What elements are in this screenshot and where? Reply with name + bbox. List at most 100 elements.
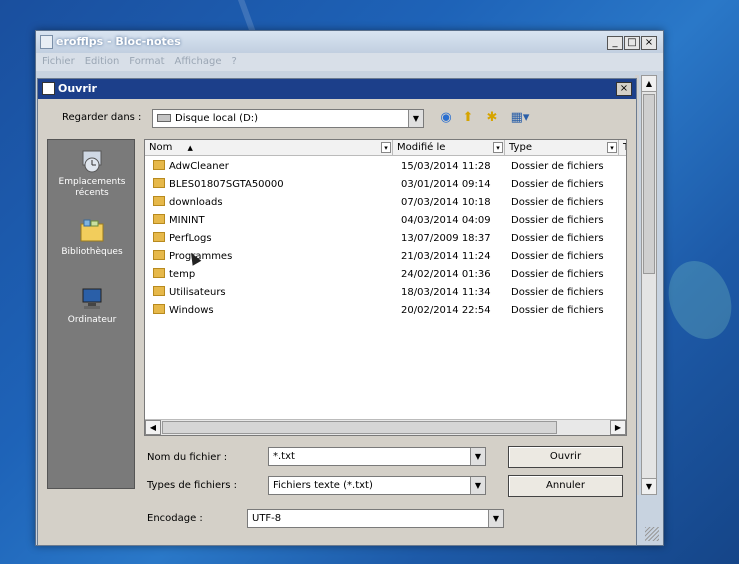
column-header-modified[interactable]: Modifié le ▾: [393, 140, 505, 156]
file-row[interactable]: temp 24/02/2014 01:36 Dossier de fichier…: [145, 266, 626, 284]
sort-ascending-icon: ▲: [187, 144, 193, 152]
column-header-name[interactable]: Nom ▲ ▾: [145, 140, 393, 156]
maximize-button[interactable]: □: [624, 36, 640, 50]
scroll-down-arrow-icon[interactable]: ▼: [642, 478, 656, 494]
open-button[interactable]: Ouvrir: [508, 446, 623, 468]
folder-icon: [153, 178, 165, 188]
file-list-header: Nom ▲ ▾ Modifié le ▾ Type ▾ T: [145, 140, 626, 156]
file-row[interactable]: BLES01807SGTA50000 03/01/2014 09:14 Doss…: [145, 176, 626, 194]
chevron-down-icon: ▼: [470, 477, 485, 494]
recent-places-icon: [82, 150, 102, 173]
cancel-button[interactable]: Annuler: [508, 475, 623, 497]
folder-icon: [153, 250, 165, 260]
scroll-thumb[interactable]: [162, 421, 557, 434]
folder-icon: [153, 286, 165, 296]
file-row[interactable]: Programmes 21/03/2014 11:24 Dossier de f…: [145, 248, 626, 266]
file-modified: 18/03/2014 11:34: [401, 287, 491, 298]
place-recent[interactable]: Emplacements récents: [48, 148, 136, 199]
menu-edition[interactable]: Edition: [85, 53, 120, 71]
file-list[interactable]: Nom ▲ ▾ Modifié le ▾ Type ▾ T AdwCleaner…: [144, 139, 627, 436]
column-filter-icon[interactable]: ▾: [607, 142, 617, 153]
folder-icon: [153, 160, 165, 170]
folder-icon: [153, 214, 165, 224]
file-modified: 20/02/2014 22:54: [401, 305, 491, 316]
column-name-label: Nom: [149, 142, 173, 153]
place-libraries-label: Bibliothèques: [61, 247, 123, 257]
column-header-extra[interactable]: T: [619, 140, 626, 156]
menu-help[interactable]: ?: [232, 53, 237, 71]
file-modified: 13/07/2009 18:37: [401, 233, 491, 244]
filetype-select[interactable]: Fichiers texte (*.txt) ▼: [268, 476, 486, 495]
filename-input[interactable]: *.txt ▼: [268, 447, 486, 466]
file-name: temp: [169, 269, 196, 280]
minimize-button[interactable]: _: [607, 36, 623, 50]
resize-grip-icon[interactable]: [645, 527, 659, 541]
encoding-select[interactable]: UTF-8 ▼: [247, 509, 504, 528]
chevron-down-icon: ▼: [408, 110, 423, 127]
file-row[interactable]: MININT 04/03/2014 04:09 Dossier de fichi…: [145, 212, 626, 230]
wallpaper-streak: [658, 252, 739, 348]
notepad-title: erofflps - Bloc-notes: [56, 35, 181, 48]
column-type-label: Type: [509, 142, 532, 153]
chevron-down-icon: ▼: [470, 448, 485, 465]
file-name: PerfLogs: [169, 233, 212, 244]
filetype-label: Types de fichiers :: [147, 480, 237, 491]
view-menu-icon[interactable]: ▦▾: [508, 110, 532, 126]
file-row[interactable]: downloads 07/03/2014 10:18 Dossier de fi…: [145, 194, 626, 212]
place-libraries[interactable]: Bibliothèques: [48, 218, 136, 258]
back-arrow-icon[interactable]: ◉: [437, 110, 455, 126]
look-in-label: Regarder dans :: [62, 112, 142, 123]
computer-icon: [82, 288, 102, 309]
column-header-type[interactable]: Type ▾: [505, 140, 619, 156]
file-type: Dossier de fichiers: [511, 287, 604, 298]
file-modified: 15/03/2014 11:28: [401, 161, 491, 172]
dialog-titlebar[interactable]: Ouvrir: [38, 79, 636, 99]
chevron-down-icon: ▼: [488, 510, 503, 527]
filetype-value: Fichiers texte (*.txt): [273, 480, 373, 491]
file-name: Utilisateurs: [169, 287, 226, 298]
file-modified: 24/02/2014 01:36: [401, 269, 491, 280]
file-modified: 07/03/2014 10:18: [401, 197, 491, 208]
file-type: Dossier de fichiers: [511, 233, 604, 244]
file-row[interactable]: Windows 20/02/2014 22:54 Dossier de fich…: [145, 302, 626, 320]
file-type: Dossier de fichiers: [511, 161, 604, 172]
dialog-close-button[interactable]: ×: [616, 82, 632, 96]
file-name: Windows: [169, 305, 214, 316]
file-name: downloads: [169, 197, 223, 208]
close-button[interactable]: ×: [641, 36, 657, 50]
look-in-select[interactable]: Disque local (D:) ▼: [152, 109, 424, 128]
scroll-left-arrow-icon[interactable]: ◀: [145, 420, 161, 435]
file-name: MININT: [169, 215, 205, 226]
column-filter-icon[interactable]: ▾: [381, 142, 391, 153]
hard-drive-icon: [157, 114, 171, 122]
column-filter-icon[interactable]: ▾: [493, 142, 503, 153]
file-type: Dossier de fichiers: [511, 215, 604, 226]
file-row[interactable]: Utilisateurs 18/03/2014 11:34 Dossier de…: [145, 284, 626, 302]
file-list-horizontal-scrollbar[interactable]: ◀ ▶: [145, 419, 626, 435]
notepad-vertical-scrollbar[interactable]: ▲ ▼: [641, 75, 657, 495]
up-folder-icon[interactable]: ⬆: [459, 110, 477, 126]
file-modified: 04/03/2014 04:09: [401, 215, 491, 226]
new-folder-icon[interactable]: ✱: [483, 110, 501, 126]
folder-icon: [153, 268, 165, 278]
file-type: Dossier de fichiers: [511, 269, 604, 280]
look-in-value: Disque local (D:): [175, 113, 259, 124]
notepad-titlebar[interactable]: erofflps - Bloc-notes: [36, 31, 663, 53]
menu-format[interactable]: Format: [129, 53, 164, 71]
place-computer[interactable]: Ordinateur: [48, 286, 136, 326]
folder-icon: [153, 232, 165, 242]
file-row[interactable]: AdwCleaner 15/03/2014 11:28 Dossier de f…: [145, 158, 626, 176]
column-extra-label: T: [623, 142, 626, 153]
file-type: Dossier de fichiers: [511, 305, 604, 316]
menu-fichier[interactable]: Fichier: [42, 53, 75, 71]
scroll-right-arrow-icon[interactable]: ▶: [610, 420, 626, 435]
libraries-icon: [80, 219, 104, 242]
dialog-icon: [42, 82, 55, 95]
scroll-thumb[interactable]: [643, 94, 655, 274]
menu-bar: Fichier Edition Format Affichage ?: [36, 53, 663, 71]
menu-affichage[interactable]: Affichage: [175, 53, 222, 71]
open-dialog: Ouvrir × Regarder dans : Disque local (D…: [37, 78, 637, 546]
dialog-title: Ouvrir: [58, 82, 97, 95]
file-row[interactable]: PerfLogs 13/07/2009 18:37 Dossier de fic…: [145, 230, 626, 248]
scroll-up-arrow-icon[interactable]: ▲: [642, 76, 656, 92]
